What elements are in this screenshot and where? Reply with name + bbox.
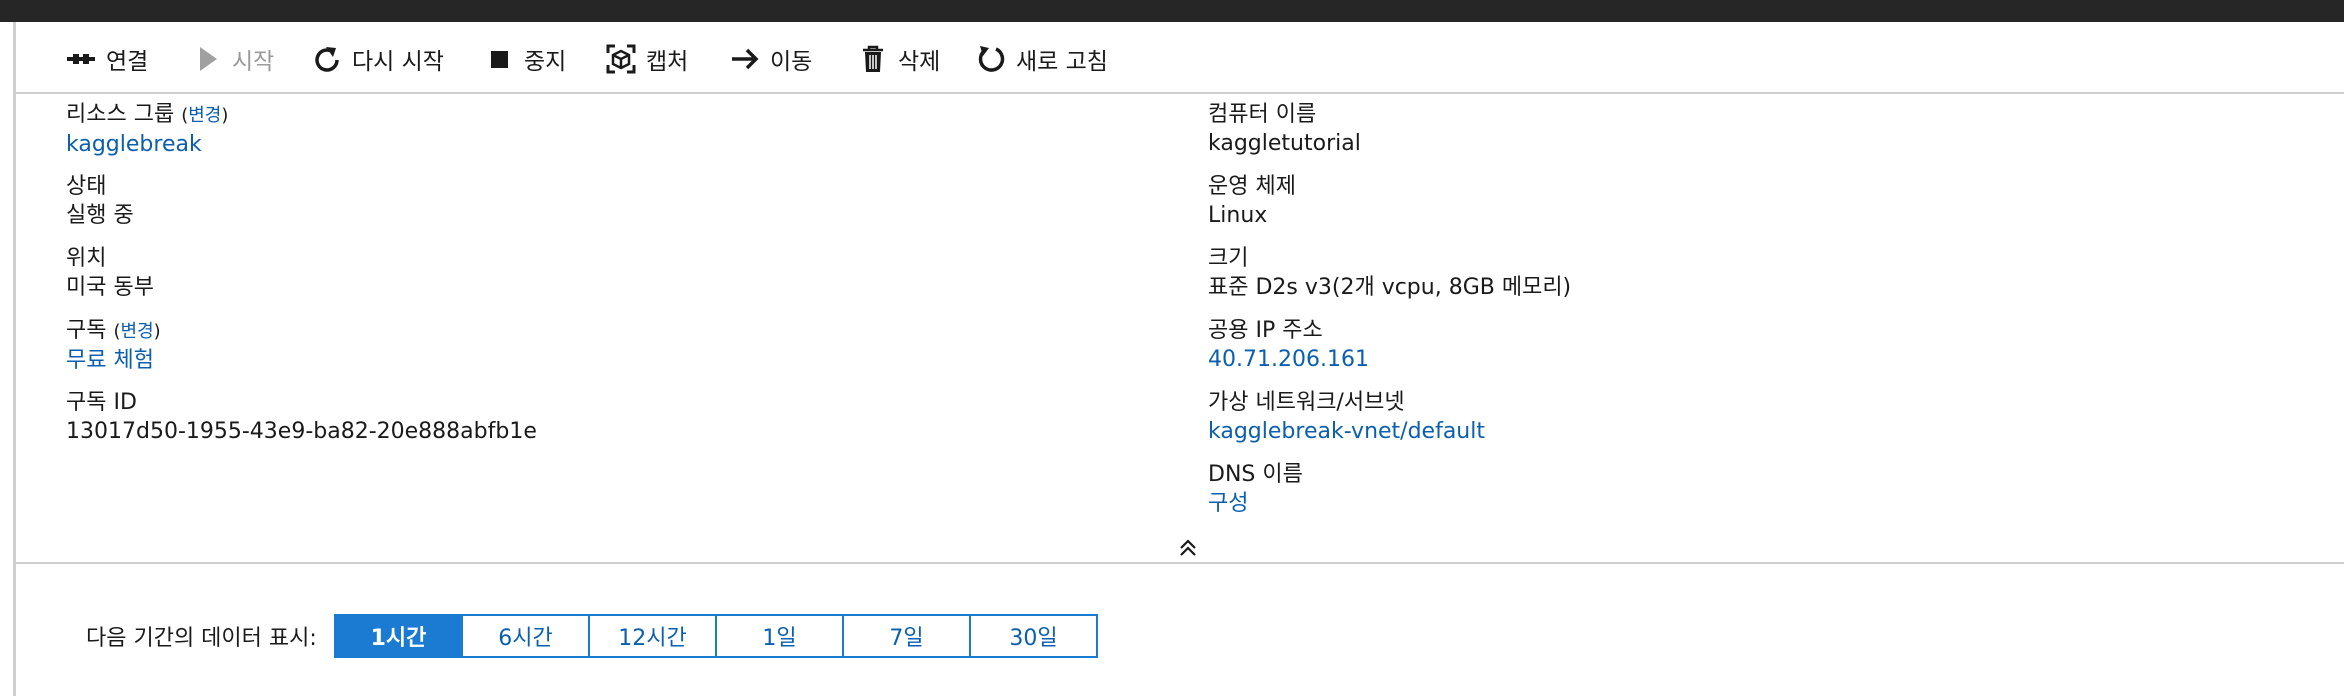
resource-group-value[interactable]: kagglebreak <box>66 130 228 159</box>
capture-icon <box>604 42 638 76</box>
location-value: 미국 동부 <box>66 275 154 300</box>
command-toolbar: 연결 시작 다시 시작 중지 캡처 이동 삭제 새로 고침 <box>16 22 2344 94</box>
resource-group-change-link[interactable]: 변경 <box>188 105 221 126</box>
os-label: 운영 체제 <box>1208 174 1296 199</box>
restart-button[interactable]: 다시 시작 <box>310 40 444 78</box>
vnet-value[interactable]: kagglebreak-vnet/default <box>1208 417 1485 446</box>
restart-icon <box>310 42 344 76</box>
start-button[interactable]: 시작 <box>190 40 274 78</box>
subscription-id-field: 구독 ID 13017d50-1955-43e9-ba82-20e888abfb… <box>66 388 537 446</box>
period-12h-button[interactable]: 12시간 <box>588 616 715 656</box>
play-icon <box>190 42 224 76</box>
location-field: 위치 미국 동부 <box>66 244 154 302</box>
subscription-field: 구독 (변경) 무료 체험 <box>66 318 161 375</box>
computer-name-field: 컴퓨터 이름 kaggletutorial <box>1208 100 1361 158</box>
refresh-label: 새로 고침 <box>1016 49 1108 75</box>
os-value: Linux <box>1208 203 1268 228</box>
dns-label: DNS 이름 <box>1208 462 1303 487</box>
resource-group-field: 리소스 그룹 (변경) kagglebreak <box>66 102 229 159</box>
public-ip-value[interactable]: 40.71.206.161 <box>1208 345 1369 374</box>
move-button[interactable]: 이동 <box>728 40 812 78</box>
computer-name-value: kaggletutorial <box>1208 131 1361 156</box>
status-field: 상태 실행 중 <box>66 172 134 230</box>
period-1d-button[interactable]: 1일 <box>715 616 842 656</box>
refresh-icon <box>974 42 1008 76</box>
subscription-id-value: 13017d50-1955-43e9-ba82-20e888abfb1e <box>66 419 537 444</box>
section-divider <box>16 562 2344 564</box>
stop-label: 중지 <box>524 49 567 75</box>
left-border <box>13 22 16 696</box>
resource-group-label: 리소스 그룹 <box>66 102 175 127</box>
refresh-button[interactable]: 새로 고침 <box>974 40 1108 78</box>
period-6h-button[interactable]: 6시간 <box>461 616 588 656</box>
status-value: 실행 중 <box>66 203 134 228</box>
stop-icon <box>482 42 516 76</box>
start-label: 시작 <box>232 49 275 75</box>
arrow-right-icon <box>728 42 762 76</box>
delete-label: 삭제 <box>898 49 941 75</box>
period-1h-button[interactable]: 1시간 <box>336 616 461 656</box>
period-label: 다음 기간의 데이터 표시: <box>86 626 317 651</box>
window-top-bar <box>0 0 2344 22</box>
dns-configure-link[interactable]: 구성 <box>1208 489 1303 518</box>
trash-icon <box>856 42 890 76</box>
plug-icon <box>64 42 98 76</box>
subscription-id-label: 구독 ID <box>66 390 137 415</box>
vnet-field: 가상 네트워크/서브넷 kagglebreak-vnet/default <box>1208 388 1485 446</box>
dns-field: DNS 이름 구성 <box>1208 460 1303 518</box>
connect-label: 연결 <box>106 49 149 75</box>
capture-label: 캡처 <box>646 49 689 75</box>
delete-button[interactable]: 삭제 <box>856 40 940 78</box>
subscription-label: 구독 <box>66 318 107 343</box>
chevron-double-up-icon[interactable] <box>1176 536 1200 560</box>
status-label: 상태 <box>66 174 107 199</box>
period-30d-button[interactable]: 30일 <box>969 616 1096 656</box>
stop-button[interactable]: 중지 <box>482 40 566 78</box>
restart-label: 다시 시작 <box>352 49 444 75</box>
time-period-selector: 1시간 6시간 12시간 1일 7일 30일 <box>334 614 1098 658</box>
capture-button[interactable]: 캡처 <box>604 40 688 78</box>
size-field: 크기 표준 D2s v3(2개 vcpu, 8GB 메모리) <box>1208 244 1571 302</box>
size-value: 표준 D2s v3(2개 vcpu, 8GB 메모리) <box>1208 275 1572 300</box>
location-label: 위치 <box>66 246 107 271</box>
subscription-value[interactable]: 무료 체험 <box>66 346 161 375</box>
os-field: 운영 체제 Linux <box>1208 172 1296 230</box>
public-ip-field: 공용 IP 주소 40.71.206.161 <box>1208 316 1369 374</box>
connect-button[interactable]: 연결 <box>64 40 148 78</box>
move-label: 이동 <box>770 49 813 75</box>
size-label: 크기 <box>1208 246 1249 271</box>
subscription-change-link[interactable]: 변경 <box>121 321 154 342</box>
computer-name-label: 컴퓨터 이름 <box>1208 102 1317 127</box>
public-ip-label: 공용 IP 주소 <box>1208 318 1323 343</box>
vnet-label: 가상 네트워크/서브넷 <box>1208 390 1405 415</box>
period-7d-button[interactable]: 7일 <box>842 616 969 656</box>
